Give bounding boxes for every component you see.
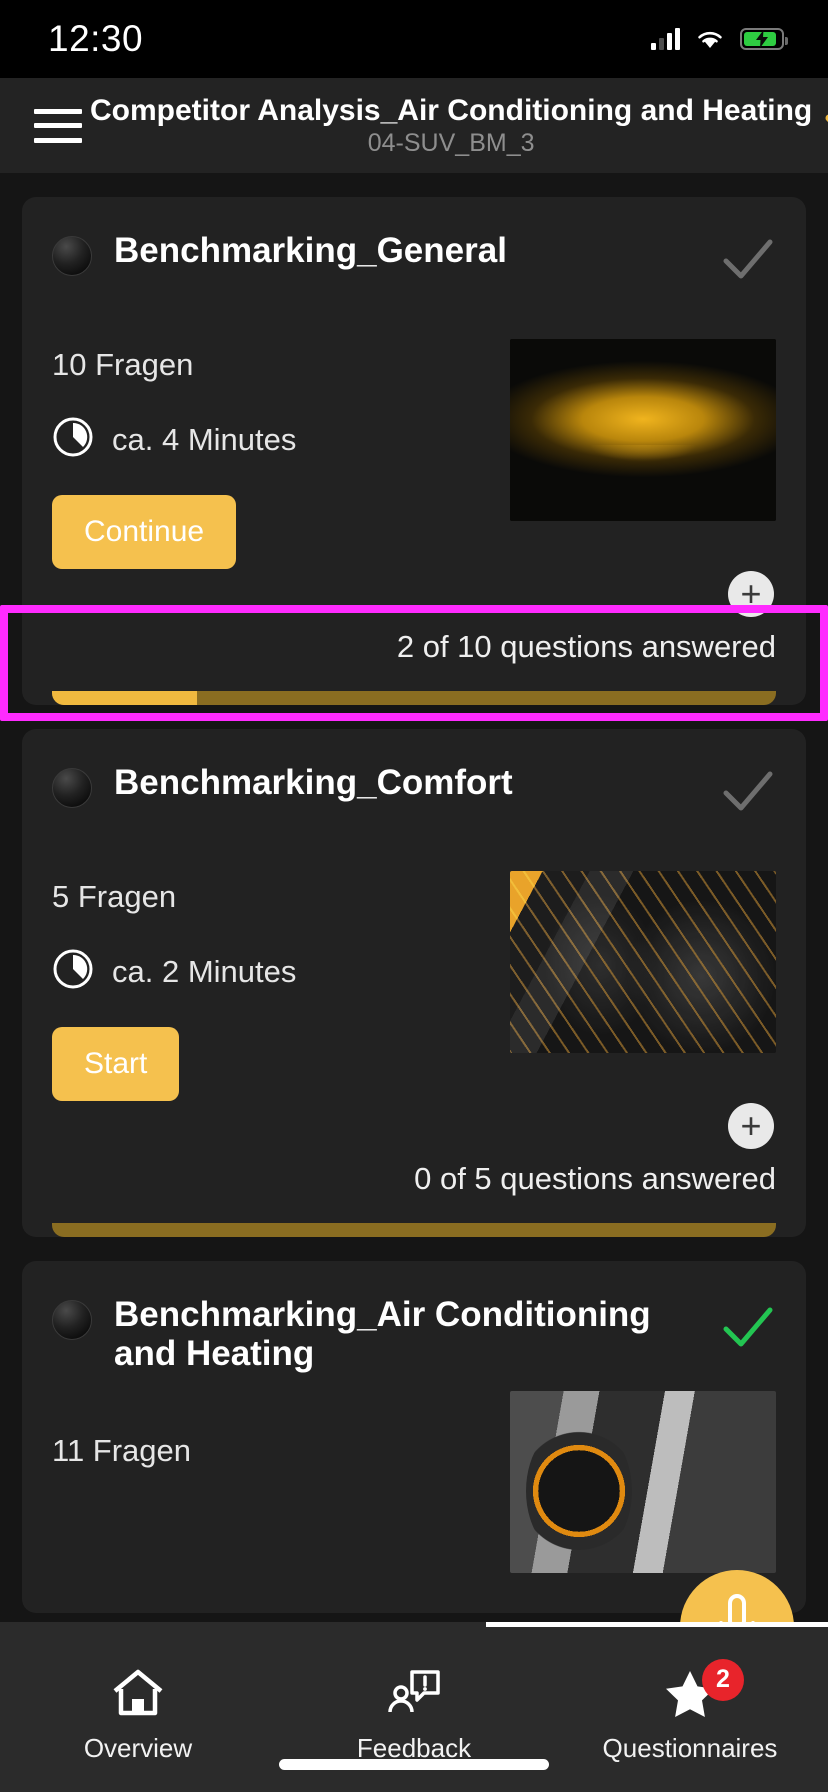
card-title: Benchmarking_Air Conditioning and Heatin… xyxy=(114,1295,651,1374)
card-body: 10 Fragen ca. 4 Minutes Continue xyxy=(52,339,776,569)
questionnaire-card[interactable]: Benchmarking_General 10 Fragen ca. 4 Min… xyxy=(22,197,806,705)
app-header: Competitor Analysis_Air Conditioning and… xyxy=(0,78,828,173)
star-icon: 2 xyxy=(662,1658,744,1721)
card-title: Benchmarking_General xyxy=(114,231,507,270)
wifi-icon xyxy=(694,27,726,51)
expand-button[interactable]: + xyxy=(728,571,774,617)
nav-label: Overview xyxy=(83,1732,193,1763)
nav-item-overview[interactable]: Overview xyxy=(0,1622,276,1792)
status-dot-icon xyxy=(52,1300,92,1340)
clock-icon xyxy=(52,416,94,463)
question-count: 11 Fragen xyxy=(52,1433,192,1469)
nav-label: Questionnaires xyxy=(602,1732,778,1763)
status-badge: 2 xyxy=(702,1658,744,1701)
start-button[interactable]: Start xyxy=(52,1027,180,1101)
card-meta: 10 Fragen ca. 4 Minutes Continue xyxy=(52,349,490,569)
page-subtitle: 04-SUV_BM_3 xyxy=(367,128,535,157)
card-header: Benchmarking_Comfort xyxy=(52,763,776,815)
continue-button[interactable]: Continue xyxy=(52,495,237,569)
checkmark-icon xyxy=(720,767,776,815)
hamburger-menu-icon[interactable] xyxy=(34,108,82,143)
header-titles: Competitor Analysis_Air Conditioning and… xyxy=(82,94,820,157)
feedback-person-icon xyxy=(386,1665,442,1721)
checkmark-icon xyxy=(720,235,776,283)
card-title: Benchmarking_Comfort xyxy=(114,763,513,802)
duration-text: ca. 2 Minutes xyxy=(112,953,297,989)
card-meta: 11 Fragen xyxy=(52,1435,490,1573)
duration-row: ca. 4 Minutes xyxy=(52,416,490,463)
status-bar: 12:30 xyxy=(0,0,828,78)
status-dot-icon xyxy=(52,768,92,808)
status-bar-time: 12:30 xyxy=(48,18,144,59)
progress-label: 2 of 10 questions answered xyxy=(396,629,776,664)
card-thumbnail xyxy=(510,339,776,521)
questionnaire-list[interactable]: Benchmarking_General 10 Fragen ca. 4 Min… xyxy=(0,173,828,1792)
battery-charging-icon xyxy=(740,28,788,50)
home-icon xyxy=(110,1665,166,1721)
cellular-signal-icon xyxy=(651,28,680,50)
home-indicator xyxy=(279,1759,549,1770)
card-body: 11 Fragen xyxy=(52,1391,776,1574)
expand-row: + xyxy=(52,1101,776,1161)
expand-row: + xyxy=(52,569,776,629)
progress-label: 0 of 5 questions answered xyxy=(414,1161,776,1196)
progress-bar xyxy=(52,1223,776,1237)
questionnaire-card[interactable]: Benchmarking_Air Conditioning and Heatin… xyxy=(22,1261,806,1614)
duration-row: ca. 2 Minutes xyxy=(52,948,490,995)
app-screen: 12:30 Competitor Analysis_Air Conditioni… xyxy=(0,0,828,1792)
question-count: 5 Fragen xyxy=(52,879,177,914)
question-count: 10 Fragen xyxy=(52,347,194,382)
progress-bar-fill xyxy=(52,691,197,705)
duration-text: ca. 4 Minutes xyxy=(112,421,297,457)
card-thumbnail xyxy=(510,1391,776,1574)
chevron-down-icon[interactable] xyxy=(820,112,828,140)
status-bar-indicators xyxy=(651,27,788,51)
card-thumbnail xyxy=(510,871,776,1053)
questionnaire-card[interactable]: Benchmarking_Comfort 5 Fragen ca. 2 Minu… xyxy=(22,729,806,1237)
nav-item-questionnaires[interactable]: 2 Questionnaires xyxy=(552,1622,828,1792)
card-body: 5 Fragen ca. 2 Minutes Start xyxy=(52,871,776,1101)
expand-button[interactable]: + xyxy=(728,1103,774,1149)
bottom-navigation: Overview Feedback 2 Questionnaires xyxy=(0,1622,828,1792)
checkmark-icon xyxy=(720,1303,776,1351)
card-header: Benchmarking_Air Conditioning and Heatin… xyxy=(52,1295,776,1373)
card-meta: 5 Fragen ca. 2 Minutes Start xyxy=(52,881,490,1101)
clock-icon xyxy=(52,948,94,995)
progress-bar xyxy=(52,691,776,705)
card-header: Benchmarking_General xyxy=(52,231,776,283)
page-title: Competitor Analysis_Air Conditioning and… xyxy=(90,93,813,127)
status-dot-icon xyxy=(52,236,92,276)
